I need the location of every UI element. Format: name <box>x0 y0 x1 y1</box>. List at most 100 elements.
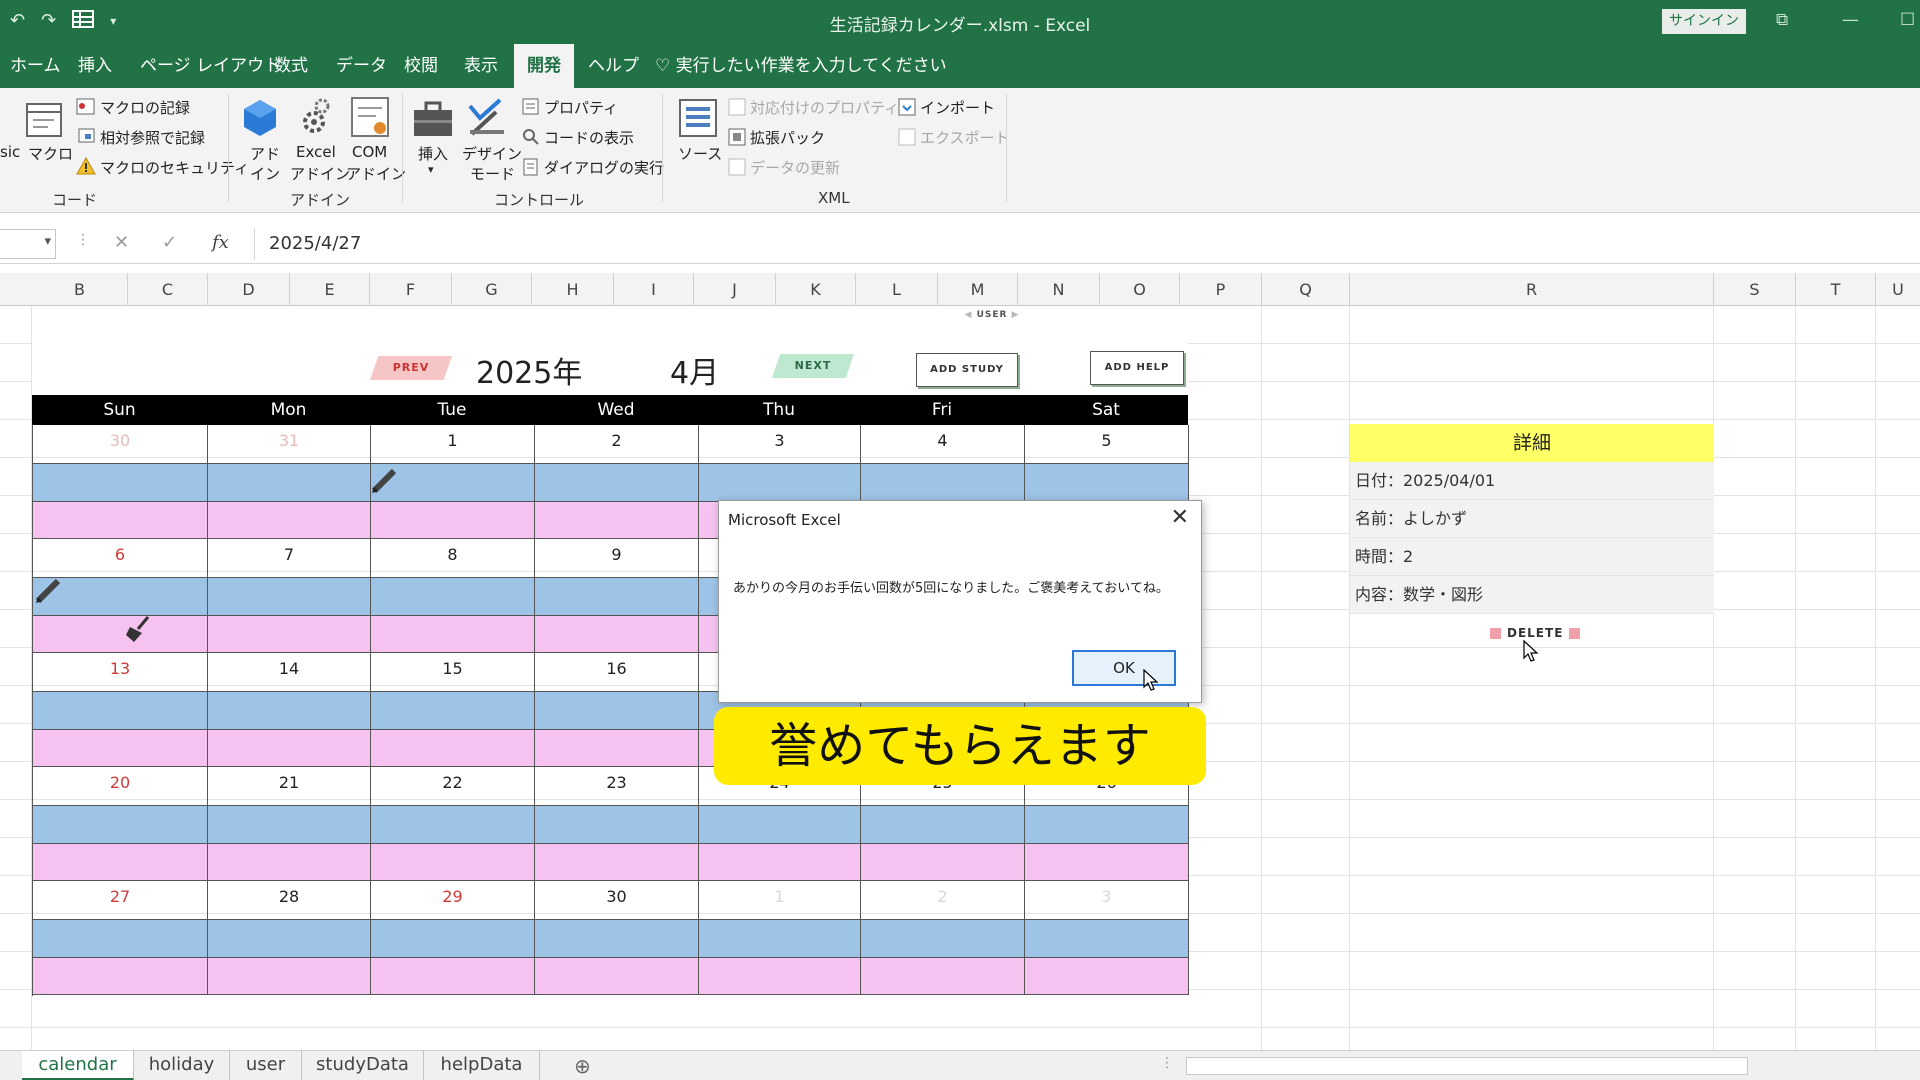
sheet-tab-calendar[interactable]: calendar <box>22 1051 134 1080</box>
com-addin-icon[interactable] <box>350 96 390 142</box>
pencil-icon[interactable] <box>370 465 400 499</box>
excel-addin-label-2[interactable]: アドイン <box>290 163 350 184</box>
column-header-b[interactable]: B <box>32 273 128 306</box>
help-row[interactable] <box>861 843 1024 880</box>
tab-formulas[interactable]: 数式 <box>274 44 308 88</box>
excel-addin-label-1[interactable]: Excel <box>296 143 336 161</box>
calendar-day-cell[interactable]: 2 <box>861 881 1025 995</box>
help-row[interactable] <box>208 729 370 766</box>
export-button[interactable]: エクスポート <box>920 127 1010 148</box>
addin-label-2[interactable]: イン <box>250 163 280 184</box>
study-row[interactable] <box>535 691 698 729</box>
calendar-day-cell[interactable]: 28 <box>208 881 371 995</box>
ok-button[interactable]: OK <box>1072 650 1176 686</box>
calendar-day-cell[interactable]: 20 <box>33 767 208 881</box>
calendar-day-cell[interactable]: 13 <box>33 653 208 767</box>
column-header-i[interactable]: I <box>614 273 694 306</box>
study-row[interactable] <box>371 691 534 729</box>
maximize-icon[interactable]: ☐ <box>1900 10 1915 30</box>
help-row[interactable] <box>535 843 698 880</box>
column-header-t[interactable]: T <box>1796 273 1876 306</box>
splitter-grip-icon[interactable]: ⋮ <box>1160 1055 1174 1071</box>
calendar-day-cell[interactable]: 23 <box>535 767 699 881</box>
column-header-f[interactable]: F <box>370 273 452 306</box>
column-header-u[interactable]: U <box>1876 273 1920 306</box>
help-row[interactable] <box>371 957 534 994</box>
name-box[interactable]: ▾ <box>0 229 56 259</box>
xml-source-icon[interactable] <box>678 98 718 142</box>
signin-button[interactable]: サインイン <box>1662 9 1746 34</box>
column-header-r[interactable]: R <box>1350 273 1714 306</box>
design-mode-icon[interactable] <box>466 96 506 142</box>
calendar-day-cell[interactable]: 9 <box>535 539 699 653</box>
column-header-e[interactable]: E <box>290 273 370 306</box>
study-row[interactable] <box>208 577 370 615</box>
study-row[interactable] <box>699 919 860 957</box>
calendar-day-cell[interactable]: 27 <box>33 881 208 995</box>
study-row[interactable] <box>861 463 1024 501</box>
tab-home[interactable]: ホーム <box>10 44 61 88</box>
study-row[interactable] <box>1025 805 1188 843</box>
help-row[interactable] <box>208 501 370 538</box>
calendar-day-cell[interactable]: 30 <box>535 881 699 995</box>
visual-basic-button[interactable]: sic <box>0 143 20 161</box>
macro-button[interactable]: マクロ <box>28 143 73 164</box>
horizontal-scrollbar[interactable] <box>1186 1057 1748 1075</box>
add-study-button[interactable]: ADD STUDY <box>916 353 1018 387</box>
delete-button[interactable]: DELETE <box>1484 626 1586 640</box>
insert-dropdown-icon[interactable]: ▾ <box>428 163 434 176</box>
calendar-day-cell[interactable]: 14 <box>208 653 371 767</box>
calendar-day-cell[interactable]: 15 <box>371 653 535 767</box>
properties-button[interactable]: プロパティ <box>544 97 618 118</box>
help-row[interactable] <box>1025 957 1188 994</box>
help-row[interactable] <box>861 957 1024 994</box>
calendar-day-cell[interactable]: 2 <box>535 425 699 539</box>
sheet-tab-holiday[interactable]: holiday <box>134 1051 230 1080</box>
column-header-g[interactable]: G <box>452 273 532 306</box>
study-row[interactable] <box>371 805 534 843</box>
formula-input[interactable]: 2025/4/27 <box>254 228 1920 260</box>
column-header-c[interactable]: C <box>128 273 208 306</box>
expansion-packs-button[interactable]: 拡張パック <box>750 127 825 148</box>
help-row[interactable] <box>33 501 207 538</box>
sheet-tab-studydata[interactable]: studyData <box>302 1051 424 1080</box>
help-row[interactable] <box>33 957 207 994</box>
column-header-q[interactable]: Q <box>1262 273 1350 306</box>
tab-developer[interactable]: 開発 <box>514 44 574 88</box>
column-header-m[interactable]: M <box>938 273 1018 306</box>
toolbox-icon[interactable] <box>412 100 454 142</box>
tab-review[interactable]: 校閲 <box>404 44 438 88</box>
tell-me-box[interactable]: ♡ 実行したい作業を入力してください <box>655 44 947 88</box>
study-row[interactable] <box>208 805 370 843</box>
tab-insert[interactable]: 挿入 <box>78 44 112 88</box>
study-row[interactable] <box>535 919 698 957</box>
minimize-icon[interactable]: — <box>1842 10 1859 30</box>
study-row[interactable] <box>535 463 698 501</box>
tab-data[interactable]: データ <box>336 44 387 88</box>
column-header-l[interactable]: L <box>856 273 938 306</box>
next-month-button[interactable]: NEXT <box>772 354 854 378</box>
column-header-h[interactable]: H <box>532 273 614 306</box>
help-row[interactable] <box>535 615 698 652</box>
study-row[interactable] <box>208 463 370 501</box>
study-row[interactable] <box>33 463 207 501</box>
insert-control-button[interactable]: 挿入 <box>418 143 448 164</box>
calendar-day-cell[interactable]: 22 <box>371 767 535 881</box>
study-row[interactable] <box>861 919 1024 957</box>
column-header-o[interactable]: O <box>1100 273 1180 306</box>
pencil-icon[interactable] <box>34 575 64 609</box>
help-row[interactable] <box>699 843 860 880</box>
help-row[interactable] <box>371 729 534 766</box>
calendar-day-cell[interactable]: 21 <box>208 767 371 881</box>
run-dialog-button[interactable]: ダイアログの実行 <box>544 157 664 178</box>
study-row[interactable] <box>208 691 370 729</box>
sheet-tab-user[interactable]: user <box>230 1051 302 1080</box>
com-addin-label-1[interactable]: COM <box>352 143 387 161</box>
com-addin-label-2[interactable]: アドイン <box>346 163 406 184</box>
prev-month-button[interactable]: PREV <box>370 356 452 380</box>
design-mode-label-2[interactable]: モード <box>470 163 515 184</box>
column-header-d[interactable]: D <box>208 273 290 306</box>
tab-view[interactable]: 表示 <box>464 44 498 88</box>
study-row[interactable] <box>33 805 207 843</box>
column-header-j[interactable]: J <box>694 273 776 306</box>
